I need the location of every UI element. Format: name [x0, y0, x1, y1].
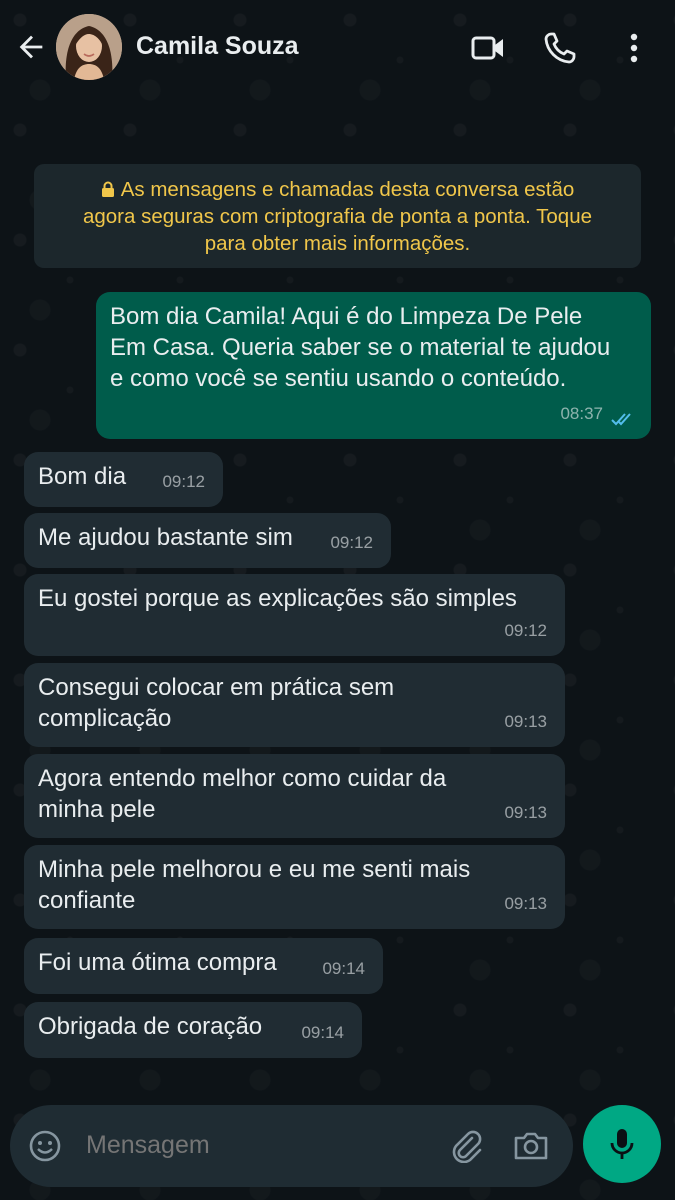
- message-time: 09:12: [504, 621, 547, 640]
- message-text-line: e como você se sentiu usando o conteúdo.: [110, 365, 567, 392]
- message-text-line: minha pele: [38, 796, 156, 823]
- phone-call-icon[interactable]: [540, 28, 580, 68]
- message-time: 09:12: [162, 472, 205, 491]
- encryption-line-2: agora seguras com criptografia de ponta …: [82, 205, 593, 228]
- mic-button[interactable]: [583, 1105, 661, 1183]
- message-text-line: Foi uma ótima compra: [38, 949, 277, 976]
- lock-icon: [101, 181, 114, 197]
- message-text-line: confiante: [38, 887, 136, 914]
- encryption-notice[interactable]: As mensagens e chamadas desta conversa e…: [34, 164, 641, 268]
- message-time: 09:14: [322, 959, 365, 978]
- message-time: 09:13: [504, 712, 547, 731]
- message-time: 08:37: [560, 404, 603, 423]
- read-receipt-icon: [611, 413, 631, 426]
- message-text-line: Eu gostei porque as explicações são simp…: [38, 585, 517, 612]
- message-bubble-incoming[interactable]: Eu gostei porque as explicações são simp…: [24, 574, 565, 656]
- encryption-line-3: para obter mais informações.: [204, 232, 471, 255]
- emoji-icon[interactable]: [28, 1129, 62, 1163]
- message-bubble-incoming[interactable]: Minha pele melhorou e eu me senti mais c…: [24, 845, 565, 929]
- message-bubble-incoming[interactable]: Agora entendo melhor como cuidar da minh…: [24, 754, 565, 838]
- message-bubble-incoming[interactable]: Foi uma ótima compra 09:14: [24, 938, 383, 994]
- message-time: 09:13: [504, 803, 547, 822]
- video-call-icon[interactable]: [468, 28, 508, 68]
- more-options-icon[interactable]: [614, 28, 654, 68]
- message-time: 09:13: [504, 894, 547, 913]
- attach-icon[interactable]: [448, 1127, 484, 1163]
- message-text-line: complicação: [38, 705, 172, 732]
- chat-header: Camila Souza: [0, 0, 675, 96]
- avatar[interactable]: [56, 14, 122, 80]
- camera-icon[interactable]: [512, 1127, 550, 1163]
- message-bubble-incoming[interactable]: Obrigada de coração 09:14: [24, 1002, 362, 1058]
- message-time: 09:12: [330, 533, 373, 552]
- contact-name[interactable]: Camila Souza: [136, 32, 299, 61]
- message-bubble-incoming[interactable]: Bom dia 09:12: [24, 452, 223, 507]
- message-input[interactable]: [86, 1131, 446, 1160]
- encryption-line-1: As mensagens e chamadas desta conversa e…: [120, 178, 575, 201]
- message-text-line: Me ajudou bastante sim: [38, 524, 293, 551]
- message-bubble-incoming[interactable]: Me ajudou bastante sim 09:12: [24, 513, 391, 568]
- message-text-line: Bom dia Camila! Aqui é do Limpeza De Pel…: [110, 303, 583, 330]
- back-arrow-icon[interactable]: [14, 30, 48, 64]
- message-bubble-incoming[interactable]: Consegui colocar em prática sem complica…: [24, 663, 565, 747]
- message-text-line: Agora entendo melhor como cuidar da: [38, 765, 447, 792]
- message-text-line: Consegui colocar em prática sem: [38, 674, 395, 701]
- message-text-line: Em Casa. Queria saber se o material te a…: [110, 334, 611, 361]
- message-bubble-outgoing[interactable]: Bom dia Camila! Aqui é do Limpeza De Pel…: [96, 292, 651, 439]
- mic-icon: [610, 1129, 634, 1159]
- message-composer: [10, 1105, 573, 1187]
- message-time: 09:14: [301, 1023, 344, 1042]
- message-text-line: Minha pele melhorou e eu me senti mais: [38, 856, 471, 883]
